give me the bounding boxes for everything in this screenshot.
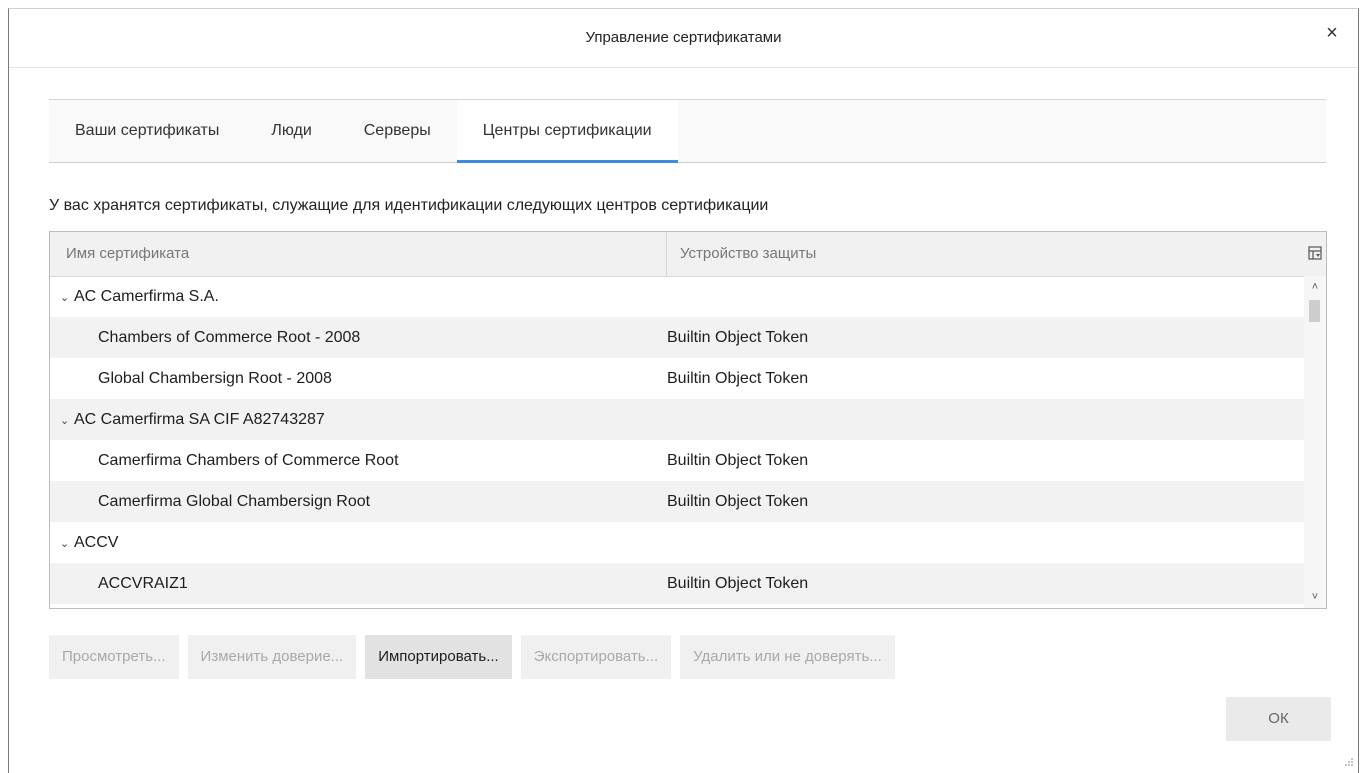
tab-servers[interactable]: Серверы [338,100,457,162]
ok-button[interactable]: ОК [1226,697,1331,741]
tab-bar: Ваши сертификаты Люди Серверы Центры сер… [49,99,1326,163]
description-text: У вас хранятся сертификаты, служащие для… [49,197,769,214]
cert-name: Chambers of Commerce Root - 2008 [98,329,361,346]
cert-name: Camerfirma Global Chambersign Root [98,493,371,510]
chevron-down-icon[interactable]: ⌄ [60,278,74,319]
scrollbar-thumb[interactable] [1309,300,1320,322]
column-header-device[interactable]: Устройство защиты [666,232,816,276]
resize-grip-icon[interactable] [1344,757,1354,767]
column-picker-icon[interactable] [1308,246,1322,260]
cert-name: ⌄ AC Camerfirma SA CIF A82743287 [60,399,325,442]
tree-cert-row[interactable]: Camerfirma Chambers of Commerce Root Bui… [50,440,1304,481]
chevron-down-icon[interactable]: ⌄ [60,401,74,442]
column-header-name[interactable]: Имя сертификата [66,232,189,276]
action-buttons: Просмотреть... Изменить доверие... Импор… [49,635,895,679]
import-button[interactable]: Импортировать... [365,635,512,679]
export-button[interactable]: Экспортировать... [520,635,672,679]
close-icon[interactable]: × [1320,21,1344,45]
cert-device: Builtin Object Token [667,370,809,387]
tree-header: Имя сертификата Устройство защиты [50,232,1326,277]
vertical-scrollbar[interactable]: ˄ ˅ [1304,276,1326,608]
cert-name: ⌄ AC Camerfirma S.A. [60,276,219,319]
cert-name: Camerfirma Chambers of Commerce Root [98,452,399,469]
tree-group-row[interactable]: ⌄ AC Camerfirma SA CIF A82743287 [50,399,1304,440]
cert-device: Builtin Object Token [667,329,809,346]
tree-group-row[interactable]: ⌄ AC Camerfirma S.A. [50,276,1304,317]
delete-distrust-button[interactable]: Удалить или не доверять... [680,635,895,679]
tab-your-certificates[interactable]: Ваши сертификаты [49,100,245,162]
tree-cert-row[interactable]: Global Chambersign Root - 2008 Builtin O… [50,358,1304,399]
cert-device: Builtin Object Token [667,452,809,469]
cert-name: ACCVRAIZ1 [98,575,188,592]
scroll-up-icon[interactable]: ˄ [1304,278,1326,296]
tree-cert-row[interactable]: ACCVRAIZ1 Builtin Object Token [50,563,1304,604]
view-button[interactable]: Просмотреть... [49,635,179,679]
scroll-down-icon[interactable]: ˅ [1304,588,1326,606]
tab-people[interactable]: Люди [245,100,337,162]
certificate-tree[interactable]: Имя сертификата Устройство защиты ⌄ AC Ca… [49,231,1327,609]
cert-name: ⌄ ACCV [60,522,118,565]
tab-authorities[interactable]: Центры сертификации [456,100,678,163]
tree-rows: ⌄ AC Camerfirma S.A. Chambers of Commerce… [50,276,1304,604]
edit-trust-button[interactable]: Изменить доверие... [187,635,357,679]
tree-cert-row[interactable]: Chambers of Commerce Root - 2008 Builtin… [50,317,1304,358]
tree-group-row[interactable]: ⌄ ACCV [50,522,1304,563]
cert-name: Global Chambersign Root - 2008 [98,370,332,387]
cert-device: Builtin Object Token [667,493,809,510]
cert-device: Builtin Object Token [667,575,809,592]
chevron-down-icon[interactable]: ⌄ [60,524,74,565]
tree-cert-row[interactable]: Camerfirma Global Chambersign Root Built… [50,481,1304,522]
dialog-title: Управление сертификатами [585,29,782,46]
titlebar: Управление сертификатами × [9,9,1358,68]
certificate-manager-dialog: Управление сертификатами × Ваши сертифик… [8,8,1359,773]
